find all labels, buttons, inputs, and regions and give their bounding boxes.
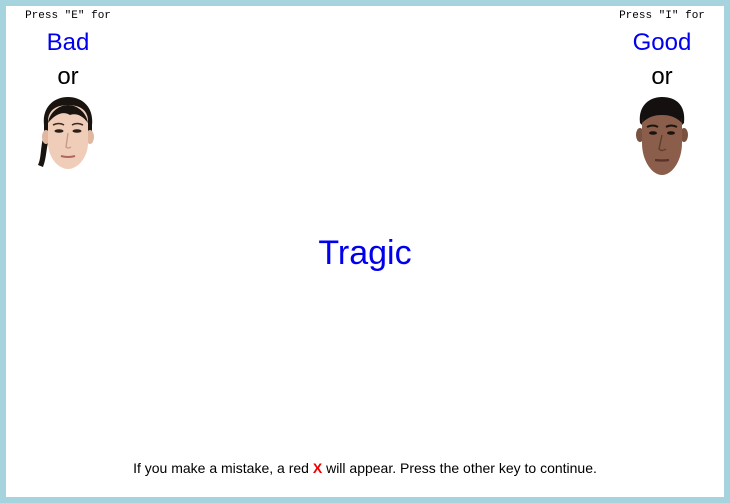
iat-task-frame: Press "E" for Bad or Press "I" for Good … [0, 0, 730, 503]
left-key-prompt: Press "E" for [25, 10, 111, 22]
male-face-icon [636, 97, 688, 175]
right-category-panel: Press "I" for Good or [602, 10, 722, 177]
error-instructions: If you make a mistake, a red X will appe… [6, 460, 724, 476]
instructions-text-after: will appear. Press the other key to cont… [322, 460, 597, 476]
left-category-label: Bad [46, 29, 90, 56]
right-key-prompt: Press "I" for [619, 10, 705, 22]
red-x-mark: X [312, 460, 323, 476]
right-category-label: Good [632, 29, 692, 56]
left-or-label: or [57, 63, 79, 90]
right-or-label: or [651, 63, 673, 90]
instructions-text-before: If you make a mistake, a red [133, 460, 313, 476]
stimulus-word: Tragic [318, 234, 412, 272]
left-category-panel: Press "E" for Bad or [8, 10, 128, 173]
female-face-icon [38, 97, 94, 169]
